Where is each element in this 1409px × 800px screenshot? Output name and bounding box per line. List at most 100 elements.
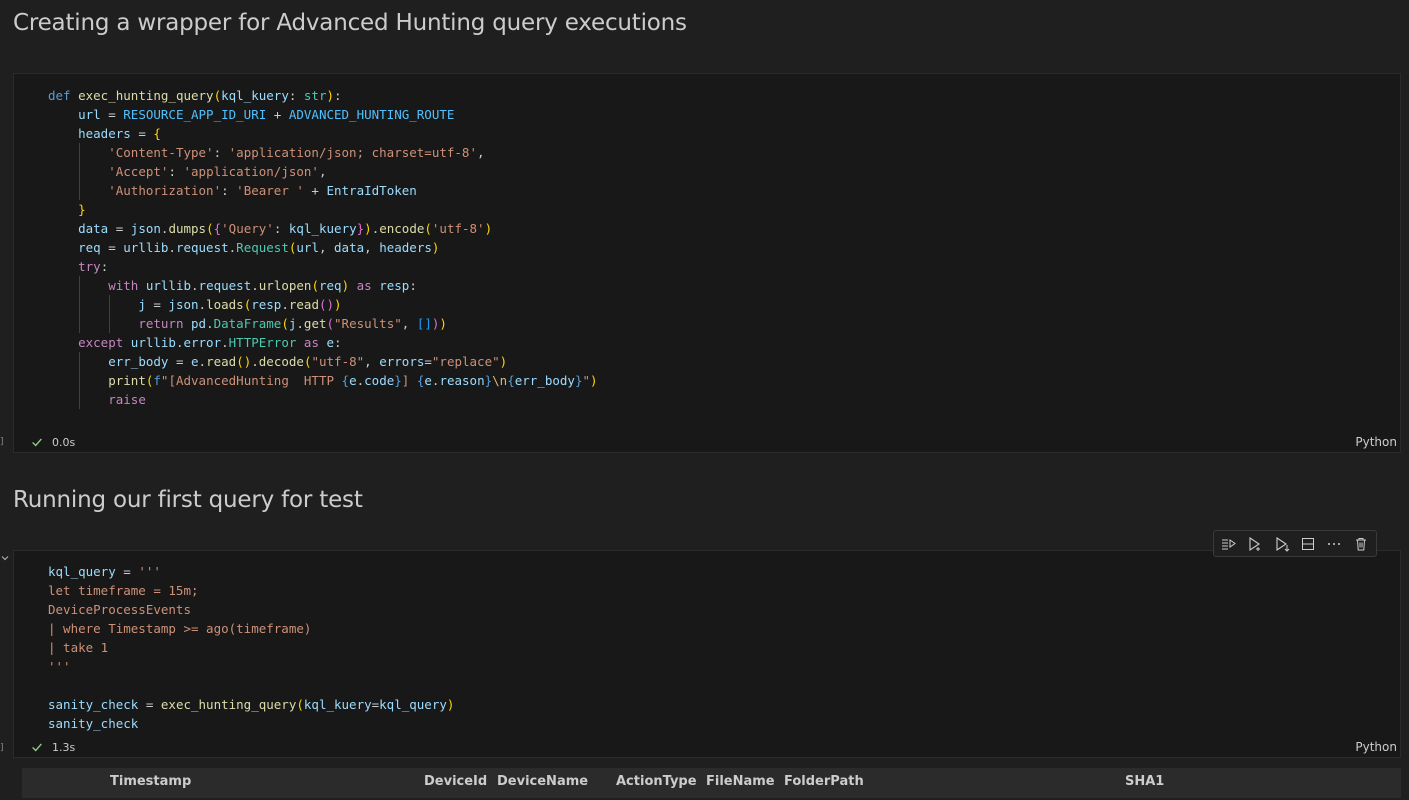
code-token: urllib <box>145 278 192 293</box>
code-token: resp <box>251 297 282 312</box>
indent-guide <box>79 143 81 162</box>
code-token: \n <box>492 373 508 388</box>
code-token: Request <box>236 240 289 255</box>
code-token: e <box>424 373 432 388</box>
language-picker[interactable]: Python <box>1355 740 1397 754</box>
indent-guide <box>79 390 81 409</box>
code-token: json <box>168 297 199 312</box>
execute-cell-below-icon[interactable] <box>1244 533 1266 555</box>
code-token: as <box>349 278 380 293</box>
execute-below-icon[interactable] <box>1271 533 1293 555</box>
column-header[interactable]: SHA1 <box>1125 774 1164 789</box>
execute-above-icon[interactable] <box>1218 533 1240 555</box>
column-header[interactable]: FileName <box>706 774 775 789</box>
code-token: + <box>303 183 327 198</box>
code-line: kql_query = ''' <box>48 562 454 581</box>
code-token: error <box>183 335 222 350</box>
code-line: raise <box>48 390 598 409</box>
code-token: () <box>236 354 252 369</box>
column-header[interactable]: DeviceName <box>497 774 588 789</box>
code-token: sanity_check <box>48 716 139 731</box>
code-token: e <box>326 335 335 350</box>
chevron-down-icon[interactable] <box>0 553 10 563</box>
code-token: pd <box>191 316 207 331</box>
code-token: print <box>108 373 146 388</box>
code-token: | where Timestamp >= ago(timeframe) <box>48 621 312 636</box>
code-token: kql_query <box>48 564 116 579</box>
code-token: ) <box>326 88 335 103</box>
code-token: , <box>318 240 335 255</box>
code-cell-test[interactable]: kql_query = ''' let timeframe = 15m; Devic… <box>13 550 1401 758</box>
code-token: 'utf-8' <box>431 221 485 236</box>
code-token: . <box>251 354 259 369</box>
code-token: = <box>138 697 161 712</box>
code-token: = <box>100 240 124 255</box>
code-line: | where Timestamp >= ago(timeframe) <box>48 619 454 638</box>
code-editor[interactable]: kql_query = ''' let timeframe = 15m; Devic… <box>48 562 454 733</box>
code-cell-wrapper[interactable]: def exec_hunting_query(kql_kuery: str): … <box>13 73 1401 453</box>
code-token: ''' <box>138 564 161 579</box>
column-header[interactable]: DeviceId <box>424 774 487 789</box>
code-token: dumps <box>168 221 207 236</box>
dataframe-header: Timestamp DeviceId DeviceName ActionType… <box>22 768 1401 798</box>
code-token: ( <box>311 278 319 293</box>
execution-time: 0.0s <box>52 435 76 449</box>
code-token: { <box>213 221 222 236</box>
code-token: = <box>115 564 139 579</box>
code-token: = <box>424 354 432 369</box>
code-token: urllib <box>130 335 176 350</box>
code-token: { <box>153 126 161 141</box>
split-cell-icon[interactable] <box>1297 533 1319 555</box>
code-token: ] <box>401 373 417 388</box>
code-line: 'Accept': 'application/json', <box>48 162 598 181</box>
code-editor[interactable]: def exec_hunting_query(kql_kuery: str): … <box>48 86 598 409</box>
code-line: j = json.loads(resp.read()) <box>48 295 598 314</box>
code-token: } <box>394 373 402 388</box>
indent-guide <box>79 181 81 200</box>
code-token: e <box>349 373 357 388</box>
code-token: DeviceProcessEvents <box>48 602 191 617</box>
code-token: data <box>78 221 109 236</box>
code-token: . <box>168 240 176 255</box>
code-token: decode <box>258 354 304 369</box>
markdown-heading-test: Running our first query for test <box>13 487 363 513</box>
code-token: ( <box>206 221 214 236</box>
code-token: headers <box>78 126 131 141</box>
code-line: sanity_check <box>48 714 454 733</box>
code-token: req <box>318 278 342 293</box>
code-token: | take 1 <box>48 640 109 655</box>
code-token: : <box>221 183 237 198</box>
more-icon[interactable] <box>1323 533 1345 555</box>
column-header[interactable]: ActionType <box>616 774 697 789</box>
code-token: err_body <box>514 373 575 388</box>
cell-gutter-marker: ] <box>0 743 4 753</box>
code-token: 'Accept' <box>108 164 169 179</box>
code-token: 'Query' <box>221 221 274 236</box>
code-line: DeviceProcessEvents <box>48 600 454 619</box>
code-token: ) <box>334 297 342 312</box>
code-token: . <box>198 354 207 369</box>
code-token: except <box>78 335 131 350</box>
column-header[interactable]: Timestamp <box>110 774 191 789</box>
code-token: ADVANCED_HUNTING_ROUTE <box>288 107 455 122</box>
check-icon <box>32 438 42 447</box>
code-token: let timeframe = 15m; <box>48 583 199 598</box>
code-token: ) <box>499 354 508 369</box>
code-token: errors <box>379 354 425 369</box>
code-token: , <box>318 164 327 179</box>
column-header[interactable]: FolderPath <box>784 774 864 789</box>
code-token: EntraIdToken <box>326 183 417 198</box>
code-token: . <box>198 297 207 312</box>
code-token: 'application/json' <box>183 164 319 179</box>
code-token: . <box>251 278 259 293</box>
language-picker[interactable]: Python <box>1355 435 1397 449</box>
code-token: : <box>213 145 229 160</box>
code-token: e <box>191 354 199 369</box>
cell-status: 1.3s <box>30 740 75 754</box>
delete-icon[interactable] <box>1350 533 1372 555</box>
